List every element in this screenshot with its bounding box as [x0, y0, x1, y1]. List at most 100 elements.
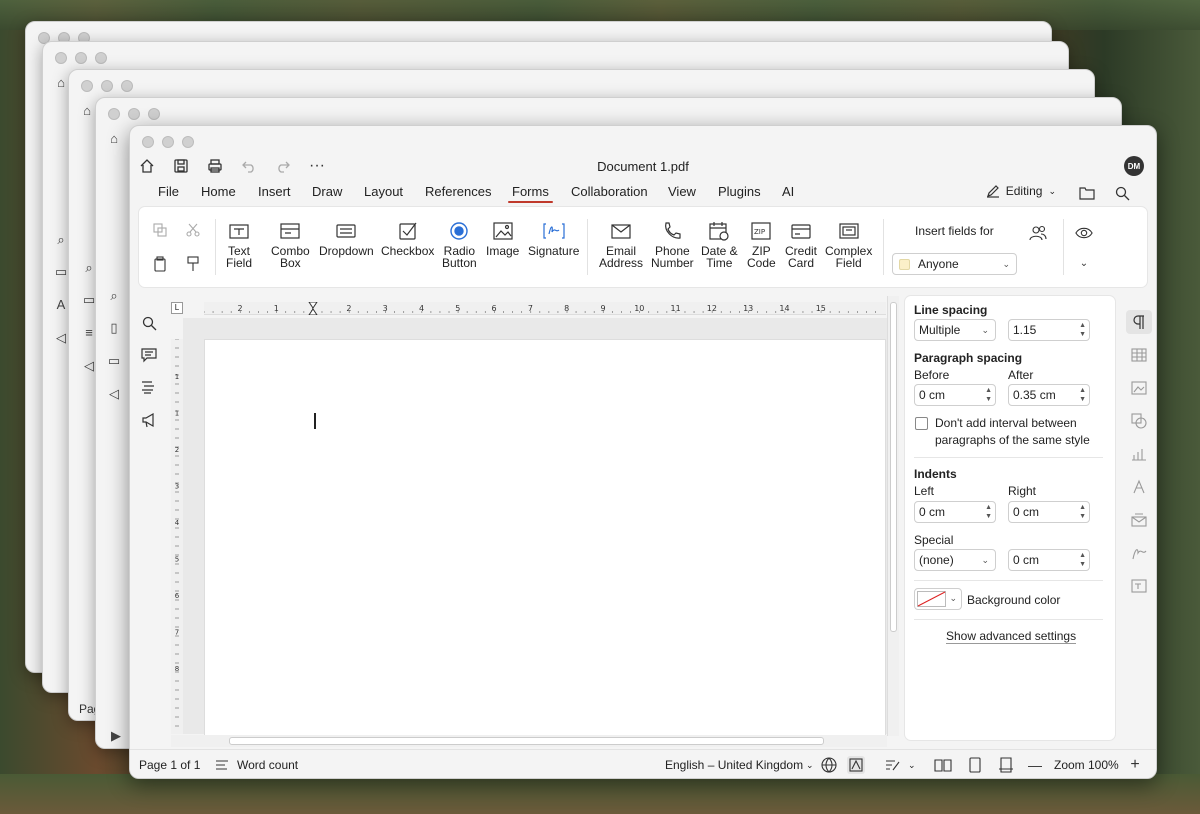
editor-window: ··· Document 1.pdf DM File Home Insert D…: [129, 125, 1157, 779]
page-count[interactable]: Page 1 of 1: [139, 758, 200, 772]
document-title: Document 1.pdf: [597, 159, 689, 174]
menu-forms[interactable]: Forms: [508, 184, 553, 203]
menu-draw[interactable]: Draw: [312, 184, 342, 199]
format-painter-icon[interactable]: [184, 255, 202, 273]
scroll-thumb[interactable]: [890, 302, 897, 632]
tab-stop-selector[interactable]: L: [171, 302, 183, 314]
image-settings-icon[interactable]: [1130, 379, 1148, 397]
phone-number-button[interactable]: Phone Number: [651, 221, 694, 269]
comment-icon[interactable]: [140, 346, 158, 364]
combo-box-button[interactable]: Combo Box: [271, 221, 310, 269]
book-view-icon[interactable]: [934, 756, 952, 774]
shape-settings-icon[interactable]: [1130, 412, 1148, 430]
ruler-label: 1: [274, 304, 279, 313]
radio-button-button[interactable]: Radio Button: [442, 221, 477, 269]
users-icon[interactable]: [1029, 224, 1047, 242]
text-art-settings-icon[interactable]: [1130, 478, 1148, 496]
cut-icon[interactable]: [184, 221, 202, 239]
email-icon: [611, 224, 631, 239]
eye-icon[interactable]: [1075, 224, 1093, 242]
window-controls[interactable]: [142, 136, 194, 148]
date-time-button[interactable]: Date & Time: [701, 221, 738, 269]
ruler-label: 14: [779, 304, 789, 313]
search-icon[interactable]: [140, 314, 158, 332]
stepper-icon[interactable]: ▲ ▼: [1079, 386, 1086, 404]
background-color-picker[interactable]: ⌄: [914, 588, 962, 610]
ruler-label: 6: [175, 592, 180, 600]
ruler-ticks-v: 1 1 2 3 4 5 6 7 8: [175, 338, 180, 727]
menu-file[interactable]: File: [158, 184, 179, 199]
indent-left-input[interactable]: 0 cm ▲ ▼: [914, 501, 996, 523]
editing-mode-dropdown[interactable]: Editing ⌄: [986, 184, 1056, 198]
paste-icon[interactable]: [151, 255, 169, 273]
zoom-in-icon[interactable]: +: [1126, 756, 1144, 774]
copy-icon[interactable]: [151, 221, 169, 239]
fit-page-icon[interactable]: [966, 756, 984, 774]
avatar[interactable]: DM: [1124, 156, 1144, 176]
document-page[interactable]: [204, 339, 886, 739]
image-button[interactable]: Image: [486, 221, 519, 257]
headings-icon[interactable]: [140, 378, 158, 396]
close-button[interactable]: [142, 136, 154, 148]
feedback-icon[interactable]: [140, 411, 158, 429]
horizontal-scrollbar[interactable]: [171, 735, 887, 747]
anyone-select[interactable]: Anyone ⌄: [892, 253, 1017, 275]
vertical-ruler[interactable]: 1 1 2 3 4 5 6 7 8: [171, 338, 183, 734]
email-address-button[interactable]: Email Address: [599, 221, 643, 269]
zoom-out-icon[interactable]: —: [1026, 756, 1044, 774]
indent-right-input[interactable]: 0 cm ▲ ▼: [1008, 501, 1090, 523]
menu-ai[interactable]: AI: [782, 184, 794, 199]
line-spacing-value-input[interactable]: 1.15 ▲ ▼: [1008, 319, 1090, 341]
stepper-icon[interactable]: ▲ ▼: [985, 503, 992, 521]
mail-merge-icon[interactable]: [1130, 511, 1148, 529]
complex-field-button[interactable]: Complex Field: [825, 221, 872, 269]
stepper-icon[interactable]: ▲ ▼: [1079, 503, 1086, 521]
folder-icon[interactable]: [1078, 184, 1096, 202]
stepper-icon[interactable]: ▲ ▼: [1079, 551, 1086, 569]
search-icon[interactable]: [1113, 184, 1131, 202]
language-select[interactable]: English – United Kingdom: [665, 758, 803, 772]
zip-code-button[interactable]: ZIP ZIP Code: [747, 221, 776, 269]
menu-plugins[interactable]: Plugins: [718, 184, 761, 199]
checkbox-button[interactable]: Checkbox: [381, 221, 434, 257]
chevron-down-icon[interactable]: ⌄: [1075, 254, 1093, 272]
vertical-scrollbar[interactable]: [887, 296, 899, 736]
text-field-label-2: Field: [226, 256, 253, 270]
stepper-icon[interactable]: ▲ ▼: [1079, 321, 1086, 339]
menu-view[interactable]: View: [668, 184, 696, 199]
horizontal-ruler[interactable]: 2 1 1 2 3 4 5 6 7 8 9 10 11 12 13 14 15: [203, 301, 886, 316]
special-indent-select[interactable]: (none) ⌄: [914, 549, 996, 571]
chart-settings-icon[interactable]: [1130, 445, 1148, 463]
menu-collaboration[interactable]: Collaboration: [571, 184, 648, 199]
line-spacing-mode-select[interactable]: Multiple ⌄: [914, 319, 996, 341]
menu-layout[interactable]: Layout: [364, 184, 403, 199]
no-interval-checkbox[interactable]: [915, 417, 928, 430]
signature-settings-icon[interactable]: [1130, 544, 1148, 562]
menu-insert[interactable]: Insert: [258, 184, 291, 199]
fit-width-icon[interactable]: [997, 756, 1015, 774]
scroll-thumb[interactable]: [229, 737, 824, 745]
menu-references[interactable]: References: [425, 184, 491, 199]
word-count-button[interactable]: Word count: [237, 758, 298, 772]
text-field-button[interactable]: Text Field: [226, 221, 252, 269]
spell-check-icon[interactable]: [847, 756, 865, 774]
minimize-button[interactable]: [162, 136, 174, 148]
special-amount-input[interactable]: 0 cm ▲ ▼: [1008, 549, 1090, 571]
credit-card-button[interactable]: Credit Card: [785, 221, 817, 269]
signature-button[interactable]: Signature: [528, 221, 579, 257]
zoom-level[interactable]: Zoom 100%: [1054, 758, 1119, 772]
table-settings-icon[interactable]: [1130, 346, 1148, 364]
stepper-icon[interactable]: ▲ ▼: [985, 386, 992, 404]
dropdown-button[interactable]: Dropdown: [319, 221, 374, 257]
zoom-button[interactable]: [182, 136, 194, 148]
form-settings-icon[interactable]: [1130, 577, 1148, 595]
spacing-before-input[interactable]: 0 cm ▲ ▼: [914, 384, 996, 406]
spacing-after-input[interactable]: 0.35 cm ▲ ▼: [1008, 384, 1090, 406]
before-label: Before: [914, 368, 950, 382]
paragraph-settings-icon[interactable]: [1126, 310, 1152, 334]
show-advanced-settings-link[interactable]: Show advanced settings: [946, 629, 1077, 644]
menu-home[interactable]: Home: [201, 184, 236, 199]
globe-icon[interactable]: [820, 756, 838, 774]
ruler-label: 7: [528, 304, 533, 313]
track-changes-icon[interactable]: [884, 756, 902, 774]
